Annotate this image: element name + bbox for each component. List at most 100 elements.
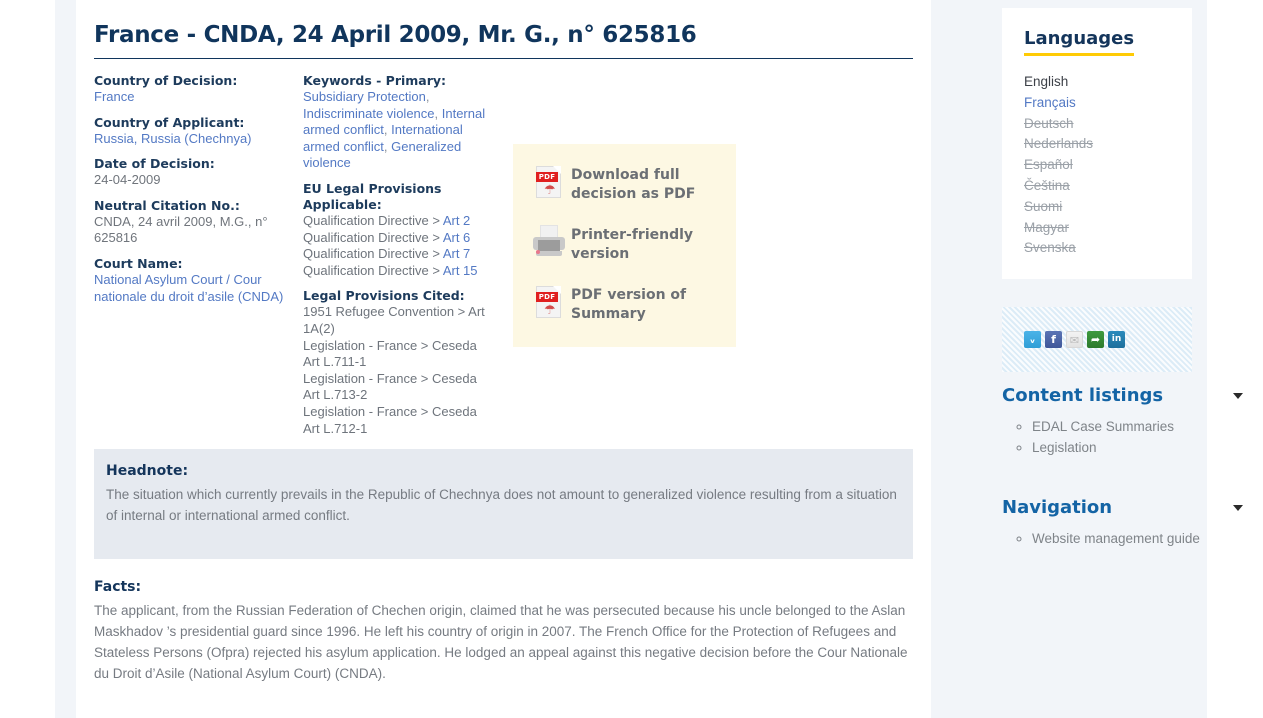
right-sidebar: Languages English Français Deutsch Nederlan… [947, 0, 1243, 718]
list-item-link[interactable]: Website management guide [1032, 531, 1200, 546]
chevron-down-icon[interactable] [1233, 392, 1243, 399]
list-item[interactable]: Legislation [1032, 437, 1202, 458]
eu-provision-source: Qualification Directive > [303, 262, 443, 278]
language-item: Deutsch [1024, 115, 1074, 131]
metadata-field-label: Court Name: [94, 255, 183, 271]
page-title: France - CNDA, 24 April 2009, Mr. G., n°… [94, 0, 913, 59]
cited-provisions-label: Legal Provisions Cited: [303, 288, 465, 304]
metadata-field-value[interactable]: National Asylum Court / Cour nationale d… [94, 272, 299, 305]
cited-provision-item: Legislation - France > Ceseda Art L.711-… [303, 337, 477, 370]
content-listings-header[interactable]: Content listings [1002, 385, 1247, 406]
keywords-value: Subsidiary Protection, Indiscriminate vi… [303, 89, 486, 171]
facebook-icon[interactable]: f [1045, 331, 1062, 348]
metadata-field-link[interactable]: France [94, 89, 134, 104]
metadata-column-middle: Keywords - Primary: Subsidiary Protection… [303, 73, 493, 446]
cited-provisions-field: Legal Provisions Cited: 1951 Refugee Conv… [303, 288, 493, 437]
eu-provision-item: Qualification Directive > Art 6 [303, 230, 493, 247]
download-label[interactable]: PDF version of Summary [571, 286, 722, 324]
navigation-header[interactable]: Navigation [1002, 497, 1247, 518]
metadata-field-link[interactable]: National Asylum Court / Cour nationale d… [94, 272, 283, 304]
language-link[interactable]: Français [1024, 95, 1076, 110]
eu-provision-item: Qualification Directive > Art 2 [303, 213, 493, 230]
facts-title: Facts: [94, 579, 142, 595]
downloads-panel: PDF ☂ Download full decision as PDF Printer… [513, 144, 736, 347]
download-row[interactable]: Printer-friendly version [527, 222, 722, 268]
main-content-card: France - CNDA, 24 April 2009, Mr. G., n°… [76, 0, 931, 718]
language-item[interactable]: Français [1024, 93, 1170, 114]
email-icon[interactable]: ✉ [1066, 331, 1083, 348]
language-list: English Français Deutsch Nederlands Español Č… [1024, 72, 1170, 259]
metadata-field: Court Name: National Asylum Court / Cour … [94, 256, 299, 305]
language-item: Magyar [1024, 219, 1070, 235]
metadata-field-label: Neutral Citation No.: [94, 197, 240, 213]
language-item: Čeština [1024, 177, 1070, 193]
languages-card: Languages English Français Deutsch Nederlan… [1002, 8, 1192, 280]
list-item-link[interactable]: Legislation [1032, 440, 1097, 455]
share-icon[interactable]: ➦ [1087, 331, 1104, 348]
download-row[interactable]: PDF ☂ Download full decision as PDF [527, 162, 722, 208]
headnote-title: Headnote: [106, 463, 189, 479]
cited-provision-item: Legislation - France > Ceseda Art L.712-… [303, 403, 477, 436]
metadata-field-value: 24-04-2009 [94, 172, 161, 188]
metadata-field: Country of Applicant: Russia, Russia (Che… [94, 115, 299, 148]
metadata-field: Country of Decision: France [94, 73, 299, 106]
social-share-box: ᵥ f ✉ ➦ in [1002, 307, 1192, 372]
metadata-field-link[interactable]: Russia, Russia (Chechnya) [94, 131, 252, 146]
metadata-field: Date of Decision: 24-04-2009 [94, 156, 299, 189]
content-listings-heading: Content listings [1002, 385, 1164, 406]
pdf-icon[interactable]: PDF ☂ [527, 282, 571, 328]
language-item: Suomi [1024, 198, 1063, 214]
eu-provision-source: Qualification Directive > [303, 212, 443, 228]
language-item[interactable]: English [1024, 72, 1170, 93]
facts-block: Facts: The applicant, from the Russian F… [94, 579, 913, 684]
metadata-field: Neutral Citation No.: CNDA, 24 avril 2009… [94, 198, 299, 247]
language-item: Español [1024, 157, 1073, 173]
eu-provision-article-link[interactable]: Art 7 [443, 246, 470, 261]
download-row[interactable]: PDF ☂ PDF version of Summary [527, 282, 722, 328]
download-label[interactable]: Download full decision as PDF [571, 166, 722, 204]
cited-provision-item: 1951 Refugee Convention > Art 1A(2) [303, 304, 485, 336]
download-label[interactable]: Printer-friendly version [571, 226, 722, 264]
eu-provision-article-link[interactable]: Art 2 [443, 213, 470, 228]
metadata-field-value: CNDA, 24 avril 2009, M.G., n° 625816 [94, 213, 268, 246]
navigation-heading: Navigation [1002, 497, 1113, 518]
printer-icon[interactable] [527, 222, 571, 268]
eu-provisions-label: EU Legal Provisions Applicable: [303, 180, 442, 212]
metadata-field-label: Country of Applicant: [94, 114, 245, 130]
cited-provision-item: Legislation - France > Ceseda Art L.713-… [303, 370, 477, 403]
headnote-text: The situation which currently prevails i… [106, 487, 897, 523]
keyword-link[interactable]: Subsidiary Protection [303, 89, 426, 104]
navigation-list: Website management guide [1002, 528, 1202, 549]
twitter-icon[interactable]: ᵥ [1024, 331, 1041, 348]
case-metadata-region: Country of Decision: France Country of App… [94, 59, 913, 449]
eu-provision-source: Qualification Directive > [303, 246, 443, 262]
metadata-column-left: Country of Decision: France Country of App… [94, 73, 299, 314]
eu-provisions-field: EU Legal Provisions Applicable: Qualifica… [303, 181, 493, 279]
keywords-field: Keywords - Primary: Subsidiary Protection… [303, 73, 493, 172]
eu-provision-item: Qualification Directive > Art 7 [303, 246, 493, 263]
metadata-field-label: Country of Decision: [94, 73, 238, 88]
headnote-box: Headnote: The situation which currently … [94, 449, 913, 559]
keyword-link[interactable]: Indiscriminate violence [303, 106, 435, 121]
list-item[interactable]: Website management guide [1032, 528, 1202, 549]
eu-provision-source: Qualification Directive > [303, 229, 443, 245]
keywords-label: Keywords - Primary: [303, 73, 447, 88]
language-item: Svenska [1024, 240, 1076, 256]
languages-heading: Languages [1024, 28, 1135, 56]
eu-provision-item: Qualification Directive > Art 15 [303, 263, 493, 280]
metadata-field-value[interactable]: France [94, 89, 299, 106]
content-listings-block: Content listings EDAL Case Summaries Legi… [1002, 385, 1243, 458]
page-background: France - CNDA, 24 April 2009, Mr. G., n°… [55, 0, 1243, 718]
pdf-icon[interactable]: PDF ☂ [527, 162, 571, 208]
eu-provision-article-link[interactable]: Art 15 [443, 263, 478, 278]
eu-provision-article-link[interactable]: Art 6 [443, 230, 470, 245]
content-listings-list: EDAL Case Summaries Legislation [1002, 416, 1202, 458]
linkedin-icon[interactable]: in [1108, 331, 1125, 348]
list-item[interactable]: EDAL Case Summaries [1032, 416, 1202, 437]
list-item-link[interactable]: EDAL Case Summaries [1032, 419, 1174, 434]
navigation-block: Navigation Website management guide [1002, 497, 1243, 549]
chevron-down-icon[interactable] [1233, 504, 1243, 511]
language-item: Nederlands [1024, 136, 1094, 152]
metadata-field-label: Date of Decision: [94, 156, 215, 172]
metadata-field-value[interactable]: Russia, Russia (Chechnya) [94, 131, 299, 148]
